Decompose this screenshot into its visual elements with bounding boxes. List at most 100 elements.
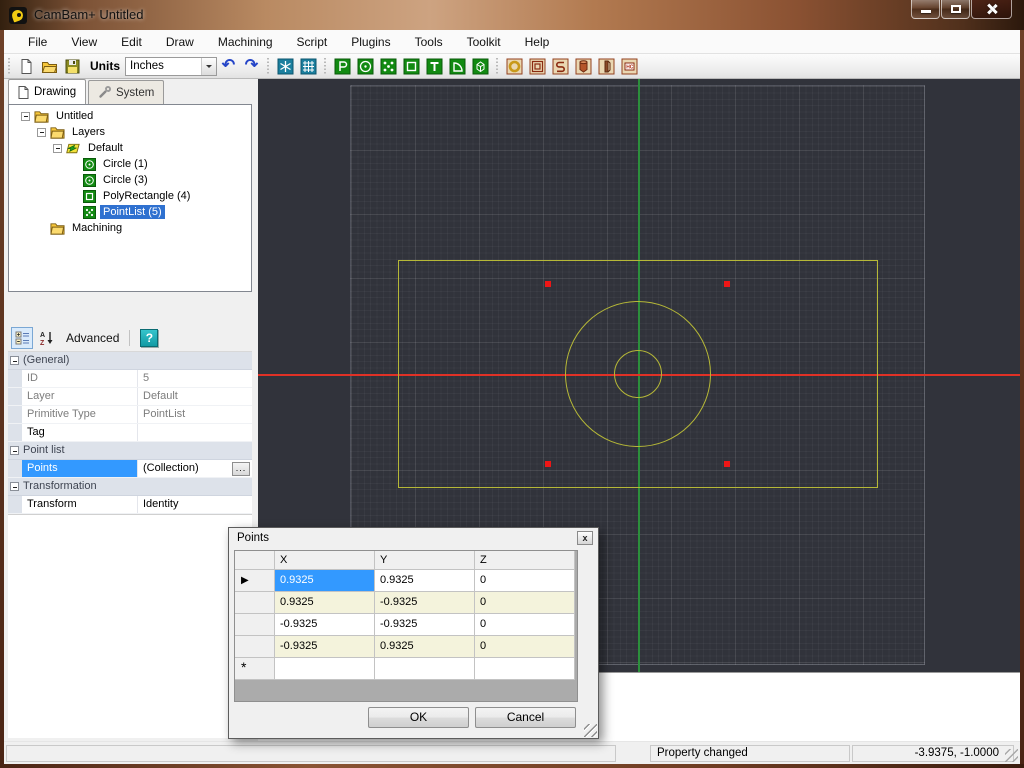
alphabetical-sort-button[interactable]: AZ: [36, 327, 58, 349]
row-header-cell[interactable]: [235, 592, 275, 614]
toolbar-grip[interactable]: [7, 58, 12, 74]
save-button[interactable]: [62, 56, 83, 77]
collection-editor-button[interactable]: ...: [232, 462, 250, 476]
dialog-title[interactable]: Points: [229, 528, 598, 548]
profile-button[interactable]: [596, 56, 617, 77]
menu-item-tools[interactable]: Tools: [405, 32, 453, 52]
property-value[interactable]: 5: [138, 370, 252, 387]
row-header-cell[interactable]: [235, 614, 275, 636]
cell-y[interactable]: 0.9325: [375, 636, 475, 658]
draw-pointlist-button[interactable]: [378, 56, 399, 77]
toolbar-grip[interactable]: [266, 58, 271, 74]
collapse-icon[interactable]: [21, 112, 30, 121]
cell-x[interactable]: 0.9325: [275, 592, 375, 614]
drill-button[interactable]: [573, 56, 594, 77]
property-value[interactable]: Identity: [138, 496, 252, 513]
menu-item-plugins[interactable]: Plugins: [341, 32, 400, 52]
point-marker[interactable]: [545, 281, 551, 287]
hatch-button[interactable]: HC: [619, 56, 640, 77]
close-button[interactable]: [971, 0, 1012, 19]
new-file-button[interactable]: [16, 56, 37, 77]
draw-polyline-button[interactable]: [332, 56, 353, 77]
minimize-button[interactable]: [911, 0, 940, 19]
categorized-view-button[interactable]: [11, 327, 33, 349]
point-marker[interactable]: [724, 281, 730, 287]
draw-text-button[interactable]: [424, 56, 445, 77]
drill-holes-button[interactable]: [504, 56, 525, 77]
draw-arc-button[interactable]: [447, 56, 468, 77]
new-row-indicator[interactable]: *: [235, 658, 275, 680]
cell-y[interactable]: [375, 658, 475, 680]
cancel-button[interactable]: Cancel: [475, 707, 576, 728]
menu-item-edit[interactable]: Edit: [111, 32, 152, 52]
restore-button[interactable]: [941, 0, 970, 19]
property-category-general[interactable]: (General): [8, 352, 252, 370]
tree-item-default-layer[interactable]: Default: [9, 140, 251, 156]
cell-x[interactable]: 0.9325: [275, 570, 375, 592]
title-bar[interactable]: CamBam+ Untitled: [0, 0, 1024, 30]
pocket-button[interactable]: [527, 56, 548, 77]
property-value[interactable]: Default: [138, 388, 252, 405]
menu-item-help[interactable]: Help: [515, 32, 560, 52]
tree-item-circle-1[interactable]: Circle (1): [9, 156, 251, 172]
units-select[interactable]: Inches: [125, 57, 217, 76]
menu-item-draw[interactable]: Draw: [156, 32, 204, 52]
property-category-point-list[interactable]: Point list: [8, 442, 252, 460]
column-header-z[interactable]: Z: [475, 551, 575, 570]
property-value[interactable]: [138, 424, 252, 441]
snap-points-button[interactable]: [275, 56, 296, 77]
row-header-cell[interactable]: [235, 636, 275, 658]
tree-item-pointlist-5[interactable]: PointList (5): [9, 204, 251, 220]
column-header-y[interactable]: Y: [375, 551, 475, 570]
open-file-button[interactable]: [39, 56, 60, 77]
tree-item-machining[interactable]: Machining: [9, 220, 251, 236]
collapse-icon[interactable]: [37, 128, 46, 137]
dialog-resize-grip[interactable]: [584, 724, 597, 737]
cell-z[interactable]: 0: [475, 570, 575, 592]
cell-y[interactable]: 0.9325: [375, 570, 475, 592]
draw-rectangle-button[interactable]: [401, 56, 422, 77]
menu-item-machining[interactable]: Machining: [208, 32, 283, 52]
tree-item-polyrectangle-4[interactable]: PolyRectangle (4): [9, 188, 251, 204]
current-row-indicator[interactable]: ▶: [235, 570, 275, 592]
menu-item-toolkit[interactable]: Toolkit: [457, 32, 511, 52]
cell-z[interactable]: 0: [475, 592, 575, 614]
tab-system[interactable]: System: [88, 80, 164, 104]
tab-drawing[interactable]: Drawing: [8, 79, 86, 104]
point-marker[interactable]: [724, 461, 730, 467]
collapse-icon[interactable]: [10, 482, 19, 491]
tree-item-layers[interactable]: Layers: [9, 124, 251, 140]
engrave-button[interactable]: [550, 56, 571, 77]
menu-item-script[interactable]: Script: [287, 32, 338, 52]
combo-dropdown-icon[interactable]: [201, 58, 216, 75]
menu-item-view[interactable]: View: [61, 32, 107, 52]
menu-item-file[interactable]: File: [18, 32, 57, 52]
cell-x[interactable]: -0.9325: [275, 636, 375, 658]
property-value[interactable]: (Collection) ...: [138, 460, 252, 477]
cell-z[interactable]: 0: [475, 614, 575, 636]
toolbar-grip[interactable]: [495, 58, 500, 74]
redo-button[interactable]: ↷: [241, 56, 262, 77]
advanced-button[interactable]: Advanced: [66, 331, 119, 345]
ok-button[interactable]: OK: [368, 707, 469, 728]
column-header-x[interactable]: X: [275, 551, 375, 570]
cell-x[interactable]: -0.9325: [275, 614, 375, 636]
point-marker[interactable]: [545, 461, 551, 467]
collapse-icon[interactable]: [10, 446, 19, 455]
toolbar-grip[interactable]: [323, 58, 328, 74]
cell-y[interactable]: -0.9325: [375, 614, 475, 636]
dialog-close-button[interactable]: x: [577, 531, 593, 545]
draw-surface-button[interactable]: [470, 56, 491, 77]
small-circle-shape[interactable]: [614, 350, 662, 398]
property-category-transformation[interactable]: Transformation: [8, 478, 252, 496]
window-resize-grip[interactable]: [1005, 749, 1018, 762]
undo-button[interactable]: ↶: [218, 56, 239, 77]
collapse-icon[interactable]: [10, 356, 19, 365]
tree-item-untitled[interactable]: Untitled: [9, 108, 251, 124]
cell-z[interactable]: [475, 658, 575, 680]
cell-y[interactable]: -0.9325: [375, 592, 475, 614]
tree-item-circle-3[interactable]: Circle (3): [9, 172, 251, 188]
help-button[interactable]: ?: [140, 329, 158, 347]
draw-circle-button[interactable]: [355, 56, 376, 77]
show-grid-button[interactable]: [298, 56, 319, 77]
